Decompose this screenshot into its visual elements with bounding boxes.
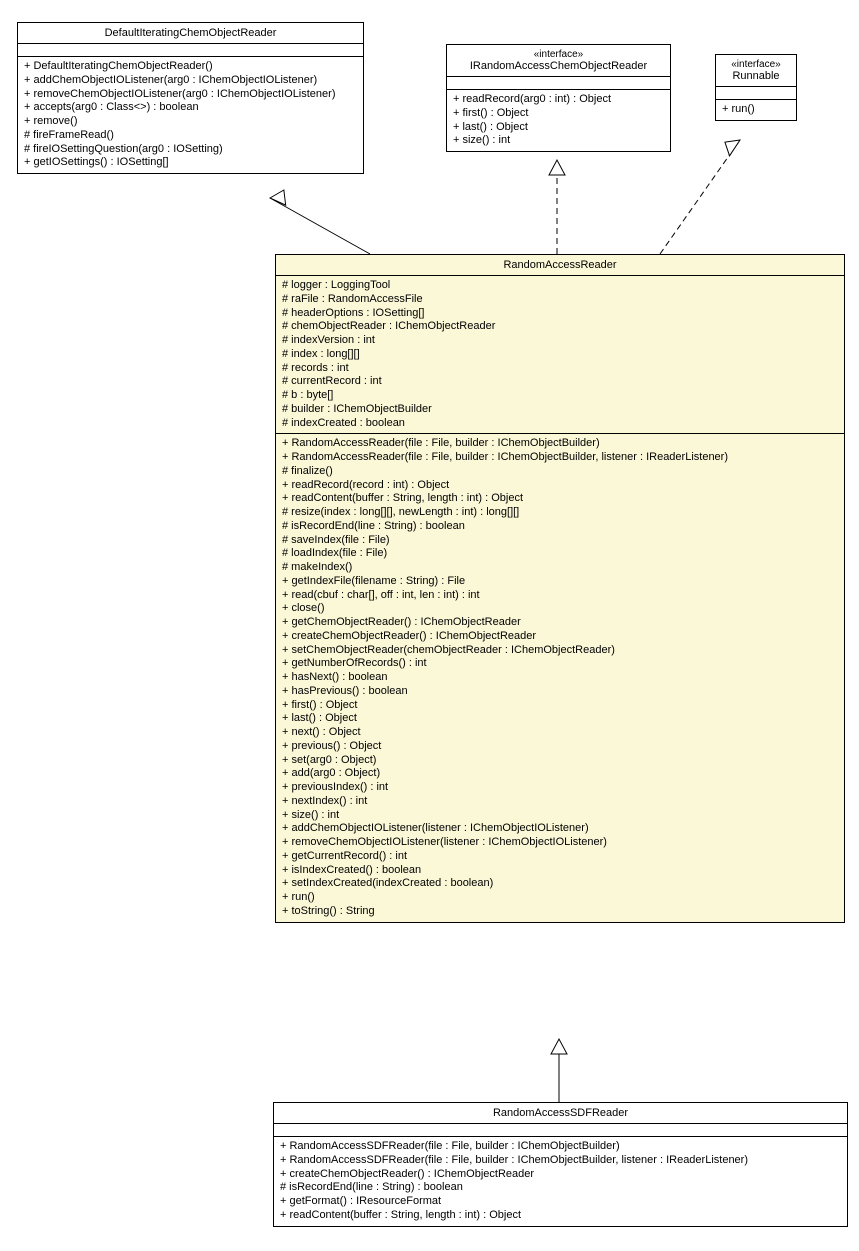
methods: + RandomAccessReader(file : File, builde… <box>276 434 844 921</box>
gen-rasdf-to-rar <box>551 1039 567 1102</box>
impl-rar-to-iracor <box>549 160 565 254</box>
attrs: # logger : LoggingTool # raFile : Random… <box>276 276 844 434</box>
impl-rar-to-runnable <box>660 136 740 254</box>
methods: + DefaultIteratingChemObjectReader() + a… <box>18 57 363 173</box>
class-runnable: «interface» Runnable + run() <box>715 54 797 121</box>
class-random-access-reader: RandomAccessReader # logger : LoggingToo… <box>275 254 845 923</box>
attrs-empty <box>18 44 363 57</box>
attrs-empty <box>716 87 796 100</box>
class-name: RandomAccessReader <box>276 255 844 276</box>
gen-rar-to-dicor <box>270 190 370 254</box>
attrs-empty <box>447 77 670 90</box>
class-name: «interface» Runnable <box>716 55 796 87</box>
class-name: DefaultIteratingChemObjectReader <box>18 23 363 44</box>
class-irandom-access: «interface» IRandomAccessChemObjectReade… <box>446 44 671 152</box>
methods: + readRecord(arg0 : int) : Object + firs… <box>447 90 670 151</box>
methods: + run() <box>716 100 796 120</box>
methods: + RandomAccessSDFReader(file : File, bui… <box>274 1137 847 1226</box>
class-random-access-sdf: RandomAccessSDFReader + RandomAccessSDFR… <box>273 1102 848 1227</box>
class-default-iterating: DefaultIteratingChemObjectReader + Defau… <box>17 22 364 174</box>
attrs-empty <box>274 1124 847 1137</box>
class-name: «interface» IRandomAccessChemObjectReade… <box>447 45 670 77</box>
class-name: RandomAccessSDFReader <box>274 1103 847 1124</box>
